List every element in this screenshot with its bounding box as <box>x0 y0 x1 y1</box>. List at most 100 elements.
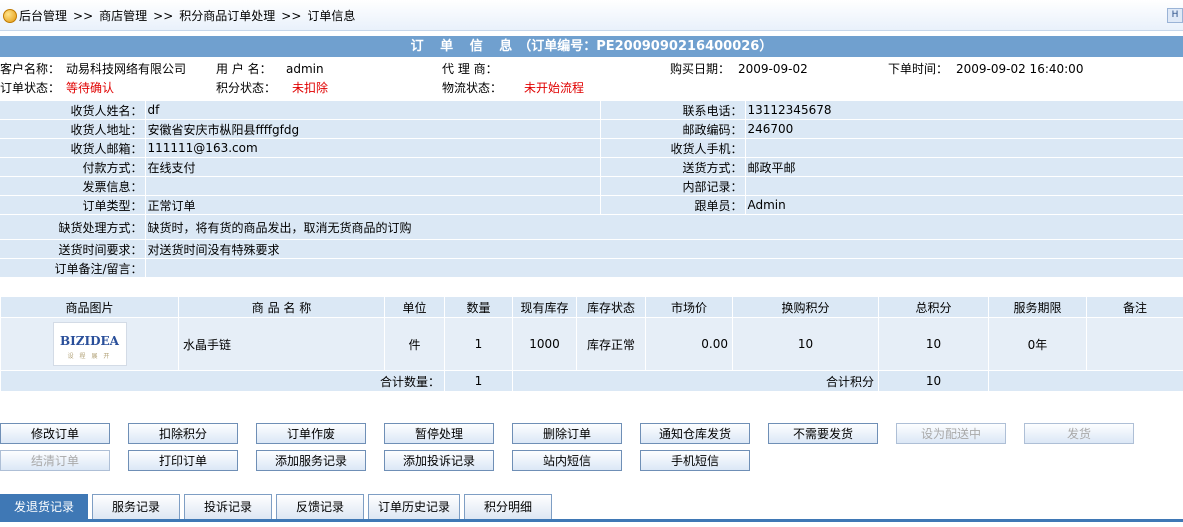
address-value: 安徽省安庆市枞阳县ffffgfdg <box>145 119 601 139</box>
order-time-label: 下单时间： <box>888 62 949 76</box>
logistics-value: 未开始流程 <box>524 81 585 95</box>
order-items-table: 商品图片 商 品 名 称 单位 数量 现有库存 库存状态 市场价 换购积分 总积… <box>0 296 1183 392</box>
sum-qty-label: 合计数量： <box>0 370 445 392</box>
points-status-value: 未扣除 <box>292 81 329 95</box>
points-status-label: 积分状态： <box>216 81 277 95</box>
summary-spacer <box>988 370 1183 392</box>
settle-order-button[interactable]: 结清订单 <box>0 450 110 471</box>
breadcrumb-item[interactable]: 积分商品订单处理 <box>179 9 275 23</box>
ship-value: 邮政平邮 <box>745 157 1183 177</box>
internal-value <box>745 176 1183 196</box>
logistics-label: 物流状态： <box>442 81 503 95</box>
table-row: BIZIDEA 设 程 展 开 水晶手链 件 1 1000 库存正常 0.00 … <box>0 317 1183 371</box>
col-header: 换购积分 <box>732 296 879 318</box>
print-order-button[interactable]: 打印订单 <box>128 450 238 471</box>
tab-feedback-records[interactable]: 反馈记录 <box>276 494 364 519</box>
time-req-value: 对送货时间没有特殊要求 <box>145 239 1183 259</box>
order-status-label: 订单状态： <box>0 81 61 95</box>
breadcrumb-separator: >> <box>73 9 94 23</box>
service-cell: 0年 <box>988 317 1087 371</box>
add-service-record-button[interactable]: 添加服务记录 <box>256 450 366 471</box>
col-header: 总积分 <box>878 296 989 318</box>
follow-label: 跟单员： <box>600 195 746 215</box>
market-price-cell: 0.00 <box>645 317 733 371</box>
product-logo-text: BIZIDEA <box>60 334 119 348</box>
void-order-button[interactable]: 订单作废 <box>256 423 366 444</box>
user-value: admin <box>286 62 324 76</box>
phone-value: 13112345678 <box>745 100 1183 120</box>
invoice-label: 发票信息： <box>0 176 146 196</box>
col-header: 服务期限 <box>988 296 1087 318</box>
breadcrumb-separator: >> <box>153 9 174 23</box>
tabs-underline <box>0 519 1183 522</box>
breadcrumb-item[interactable]: 商店管理 <box>99 9 147 23</box>
pause-order-button[interactable]: 暂停处理 <box>384 423 494 444</box>
shortage-label: 缺货处理方式： <box>0 214 146 240</box>
total-points-cell: 10 <box>878 317 989 371</box>
phone-label: 联系电话： <box>600 100 746 120</box>
col-header: 备注 <box>1086 296 1183 318</box>
help-icon[interactable]: H <box>1167 8 1183 23</box>
tab-points-detail[interactable]: 积分明细 <box>464 494 552 519</box>
tab-shipping-records[interactable]: 发退货记录 <box>0 494 88 519</box>
points-cell: 10 <box>732 317 879 371</box>
info-row-2: 订单状态： 等待确认 积分状态： 未扣除 物流状态： 未开始流程 <box>0 80 1183 97</box>
deduct-points-button[interactable]: 扣除积分 <box>128 423 238 444</box>
tab-order-history[interactable]: 订单历史记录 <box>368 494 460 519</box>
home-icon <box>3 9 17 23</box>
sum-points-value: 10 <box>878 370 989 392</box>
product-image[interactable]: BIZIDEA 设 程 展 开 <box>52 322 127 366</box>
breadcrumb-item[interactable]: 后台管理 <box>19 9 67 23</box>
shortage-value: 缺货时，将有货的商品发出，取消无货商品的订购 <box>145 214 1183 240</box>
product-image-cell: BIZIDEA 设 程 展 开 <box>0 317 179 371</box>
pay-label: 付款方式： <box>0 157 146 177</box>
sum-qty-value: 1 <box>444 370 513 392</box>
breadcrumb-bar: 后台管理 >> 商店管理 >> 积分商品订单处理 >> 订单信息 H <box>0 0 1183 31</box>
invoice-value <box>145 176 601 196</box>
stock-cell: 1000 <box>512 317 577 371</box>
email-value: 111111@163.com <box>145 138 601 158</box>
col-header: 库存状态 <box>576 296 646 318</box>
set-delivering-button[interactable]: 设为配送中 <box>896 423 1006 444</box>
stock-status-cell: 库存正常 <box>576 317 646 371</box>
no-shipping-button[interactable]: 不需要发货 <box>768 423 878 444</box>
tab-service-records[interactable]: 服务记录 <box>92 494 180 519</box>
info-row-1: 客户名称： 动易科技网络有限公司 用 户 名： admin 代 理 商： 购买日… <box>0 61 1183 78</box>
edit-order-button[interactable]: 修改订单 <box>0 423 110 444</box>
col-header: 市场价 <box>645 296 733 318</box>
remark-label: 订单备注/留言： <box>0 258 146 278</box>
user-label: 用 户 名： <box>216 62 272 76</box>
tab-complaint-records[interactable]: 投诉记录 <box>184 494 272 519</box>
sms-button[interactable]: 手机短信 <box>640 450 750 471</box>
email-label: 收货人邮箱： <box>0 138 146 158</box>
product-logo-subtext: 设 程 展 开 <box>67 353 112 360</box>
product-name[interactable]: 水晶手链 <box>178 317 385 371</box>
address-label: 收货人地址： <box>0 119 146 139</box>
receiver-name-label: 收货人姓名： <box>0 100 146 120</box>
col-header: 商品图片 <box>0 296 179 318</box>
breadcrumb-item: 订单信息 <box>307 9 356 23</box>
remark-value <box>145 258 1183 278</box>
customer-label: 客户名称： <box>0 62 61 76</box>
follow-value: Admin <box>745 195 1183 215</box>
ship-label: 送货方式： <box>600 157 746 177</box>
zip-value: 246700 <box>745 119 1183 139</box>
time-req-label: 送货时间要求： <box>0 239 146 259</box>
note-cell <box>1086 317 1183 371</box>
agent-label: 代 理 商： <box>442 62 498 76</box>
qty-cell: 1 <box>444 317 513 371</box>
order-code: （订单编号：PE2009090216400026） <box>518 39 773 54</box>
buy-date-value: 2009-09-02 <box>738 62 808 76</box>
zip-label: 邮政编码： <box>600 119 746 139</box>
delete-order-button[interactable]: 删除订单 <box>512 423 622 444</box>
pay-value: 在线支付 <box>145 157 601 177</box>
summary-row: 合计数量： 1 合计积分 10 <box>0 370 1183 392</box>
notify-warehouse-button[interactable]: 通知仓库发货 <box>640 423 750 444</box>
col-header: 单位 <box>384 296 445 318</box>
add-complaint-record-button[interactable]: 添加投诉记录 <box>384 450 494 471</box>
order-title-label: 订 单 信 息 <box>410 39 519 54</box>
site-message-button[interactable]: 站内短信 <box>512 450 622 471</box>
ship-button[interactable]: 发货 <box>1024 423 1134 444</box>
mobile-value <box>745 138 1183 158</box>
type-label: 订单类型： <box>0 195 146 215</box>
